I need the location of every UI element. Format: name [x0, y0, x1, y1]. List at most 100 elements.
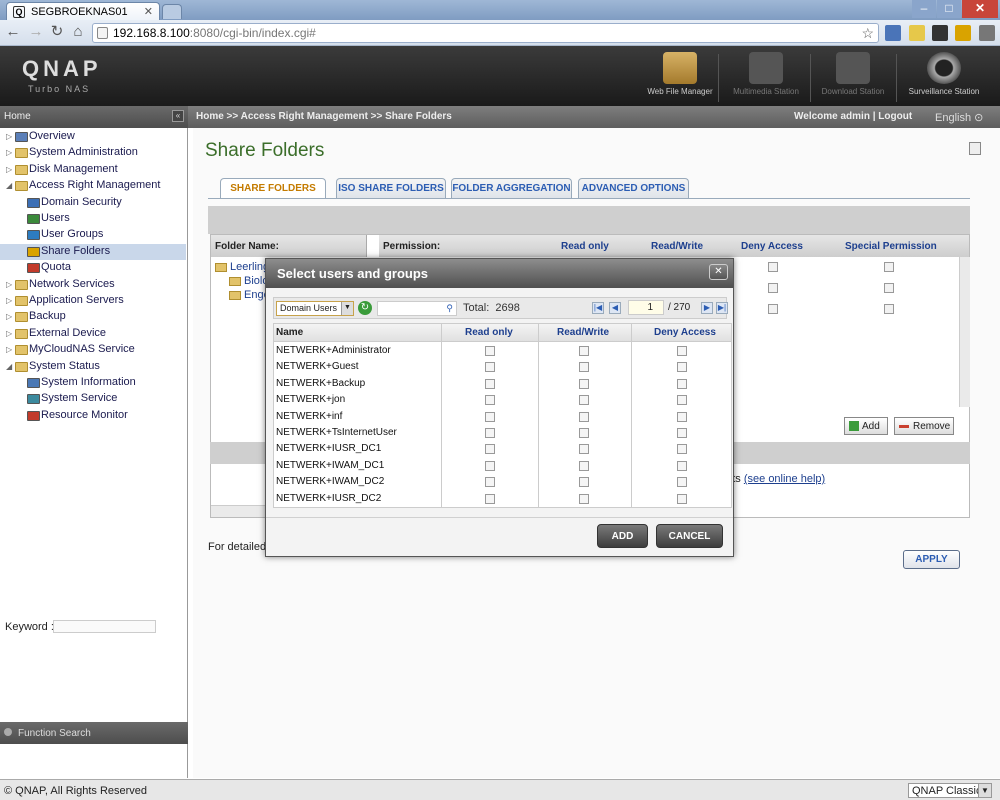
- chevron-down-icon[interactable]: ◢: [6, 181, 12, 190]
- sidebar-item-system-administration[interactable]: ▷ System Administration: [0, 145, 186, 161]
- sidebar-item-system-information[interactable]: System Information: [0, 375, 186, 391]
- deny-access-checkbox[interactable]: [768, 262, 778, 272]
- read-only-checkbox[interactable]: [485, 493, 495, 504]
- breadcrumb[interactable]: Home >> Access Right Management >> Share…: [196, 111, 452, 122]
- remove-button[interactable]: Remove: [894, 417, 954, 435]
- read-write-checkbox[interactable]: [579, 362, 589, 373]
- read-only-checkbox[interactable]: [485, 428, 495, 438]
- deny-access-checkbox[interactable]: [677, 378, 687, 389]
- welcome-logout[interactable]: Welcome admin | Logout: [794, 111, 912, 122]
- read-only-checkbox[interactable]: [485, 460, 495, 471]
- read-only-checkbox[interactable]: [485, 378, 495, 389]
- chevron-right-icon[interactable]: ▷: [6, 345, 12, 354]
- collapse-sidebar-icon[interactable]: «: [172, 110, 184, 122]
- read-write-checkbox[interactable]: [579, 444, 589, 455]
- deny-access-column-header[interactable]: Deny Access: [654, 327, 716, 338]
- sidebar-item-network-services[interactable]: ▷ Network Services: [0, 277, 186, 293]
- read-only-checkbox[interactable]: [485, 362, 495, 373]
- sidebar-item-system-status[interactable]: ◢ System Status: [0, 359, 186, 375]
- chevron-right-icon[interactable]: ▷: [6, 132, 12, 141]
- deny-access-checkbox[interactable]: [677, 411, 687, 422]
- close-icon[interactable]: ✕: [709, 264, 728, 280]
- read-write-checkbox[interactable]: [579, 477, 589, 488]
- close-window-button[interactable]: ✕: [962, 0, 998, 18]
- deny-access-checkbox[interactable]: [677, 346, 687, 356]
- sidebar-item-external-device[interactable]: ▷ External Device: [0, 326, 186, 342]
- last-page-icon[interactable]: ▶|: [716, 302, 728, 314]
- extension-icon[interactable]: [909, 25, 925, 41]
- extension-icon[interactable]: [932, 25, 948, 41]
- special-permission-checkbox[interactable]: [884, 283, 894, 293]
- sidebar-item-users[interactable]: Users: [0, 211, 186, 227]
- table-row[interactable]: NETWERK+IUSR_DC1: [274, 441, 731, 457]
- table-row[interactable]: NETWERK+IUSR_DC2: [274, 491, 731, 507]
- refresh-icon[interactable]: ↻: [358, 301, 372, 315]
- browser-tab[interactable]: Q SEGBROEKNAS01 ✕: [6, 2, 160, 21]
- cancel-button[interactable]: CANCEL: [656, 524, 723, 548]
- prev-page-icon[interactable]: ◀: [609, 302, 621, 314]
- table-row[interactable]: NETWERK+Administrator: [274, 343, 731, 359]
- deny-access-checkbox[interactable]: [677, 477, 687, 488]
- table-row[interactable]: NETWERK+IWAM_DC2: [274, 474, 731, 490]
- chevron-right-icon[interactable]: ▷: [6, 165, 12, 174]
- chevron-right-icon[interactable]: ▷: [6, 312, 12, 321]
- home-icon[interactable]: ⌂: [69, 24, 87, 42]
- language-selector[interactable]: English ⊙: [935, 111, 983, 124]
- sidebar-item-user-groups[interactable]: User Groups: [0, 227, 186, 243]
- read-only-checkbox[interactable]: [485, 444, 495, 455]
- table-row[interactable]: NETWERK+IWAM_DC1: [274, 458, 731, 474]
- table-row[interactable]: NETWERK+jon: [274, 392, 731, 408]
- reload-icon[interactable]: ↻: [48, 24, 66, 42]
- table-row[interactable]: NETWERK+Backup: [274, 376, 731, 392]
- deny-access-checkbox[interactable]: [677, 460, 687, 471]
- bookmark-star-icon[interactable]: ☆: [861, 25, 874, 42]
- next-page-icon[interactable]: ▶: [701, 302, 713, 314]
- online-help-link[interactable]: (see online help): [744, 473, 825, 485]
- chevron-right-icon[interactable]: ▷: [6, 280, 12, 289]
- deny-access-checkbox[interactable]: [677, 493, 687, 504]
- tree-folder-biolo[interactable]: Biolo: [229, 275, 268, 287]
- minimize-button[interactable]: –: [912, 0, 936, 18]
- tree-folder-enge[interactable]: Enge: [229, 289, 270, 301]
- extension-icon[interactable]: [955, 25, 971, 41]
- maximize-button[interactable]: □: [937, 0, 961, 18]
- sidebar-item-share-folders[interactable]: Share Folders: [0, 243, 186, 260]
- search-input[interactable]: ⚲: [377, 301, 457, 316]
- theme-select[interactable]: QNAP Classic ▼: [908, 783, 992, 798]
- chevron-right-icon[interactable]: ▷: [6, 148, 12, 157]
- back-icon[interactable]: ←: [4, 24, 22, 42]
- tab-advanced-options[interactable]: ADVANCED OPTIONS: [578, 178, 689, 198]
- first-page-icon[interactable]: |◀: [592, 302, 604, 314]
- read-write-checkbox[interactable]: [579, 411, 589, 422]
- address-bar[interactable]: 192.168.8.100:8080/cgi-bin/index.cgi# ☆: [92, 23, 879, 43]
- sidebar-item-quota[interactable]: Quota: [0, 260, 186, 276]
- tree-folder-leerling[interactable]: Leerling: [215, 261, 269, 273]
- read-write-checkbox[interactable]: [579, 378, 589, 389]
- sidebar-item-resource-monitor[interactable]: Resource Monitor: [0, 408, 186, 424]
- deny-access-checkbox[interactable]: [677, 362, 687, 373]
- add-button[interactable]: Add: [844, 417, 888, 435]
- read-write-checkbox[interactable]: [579, 346, 589, 356]
- wrench-icon[interactable]: [979, 25, 995, 41]
- help-icon[interactable]: [969, 142, 981, 155]
- deny-access-checkbox[interactable]: [768, 304, 778, 314]
- surveillance-station-button[interactable]: Surveillance Station: [904, 52, 984, 96]
- read-only-checkbox[interactable]: [485, 411, 495, 422]
- read-only-checkbox[interactable]: [485, 477, 495, 488]
- read-write-checkbox[interactable]: [579, 428, 589, 438]
- read-write-column-header[interactable]: Read/Write: [557, 327, 609, 338]
- scrollbar[interactable]: [959, 257, 970, 407]
- read-write-checkbox[interactable]: [579, 460, 589, 471]
- sidebar-item-domain-security[interactable]: Domain Security: [0, 195, 186, 211]
- forward-icon[interactable]: →: [27, 24, 45, 42]
- name-column-header[interactable]: Name: [276, 327, 303, 338]
- sidebar-item-overview[interactable]: ▷ Overview: [0, 129, 186, 145]
- sidebar-item-backup[interactable]: ▷ Backup: [0, 309, 186, 325]
- chevron-down-icon[interactable]: ◢: [6, 362, 12, 371]
- tab-folder-aggregation[interactable]: FOLDER AGGREGATION: [451, 178, 572, 198]
- read-write-checkbox[interactable]: [579, 493, 589, 504]
- sidebar-item-access-right-management[interactable]: ◢ Access Right Management: [0, 178, 186, 194]
- tab-iso-share-folders[interactable]: ISO SHARE FOLDERS: [336, 178, 446, 198]
- keyword-input[interactable]: [53, 620, 156, 633]
- special-permission-checkbox[interactable]: [884, 304, 894, 314]
